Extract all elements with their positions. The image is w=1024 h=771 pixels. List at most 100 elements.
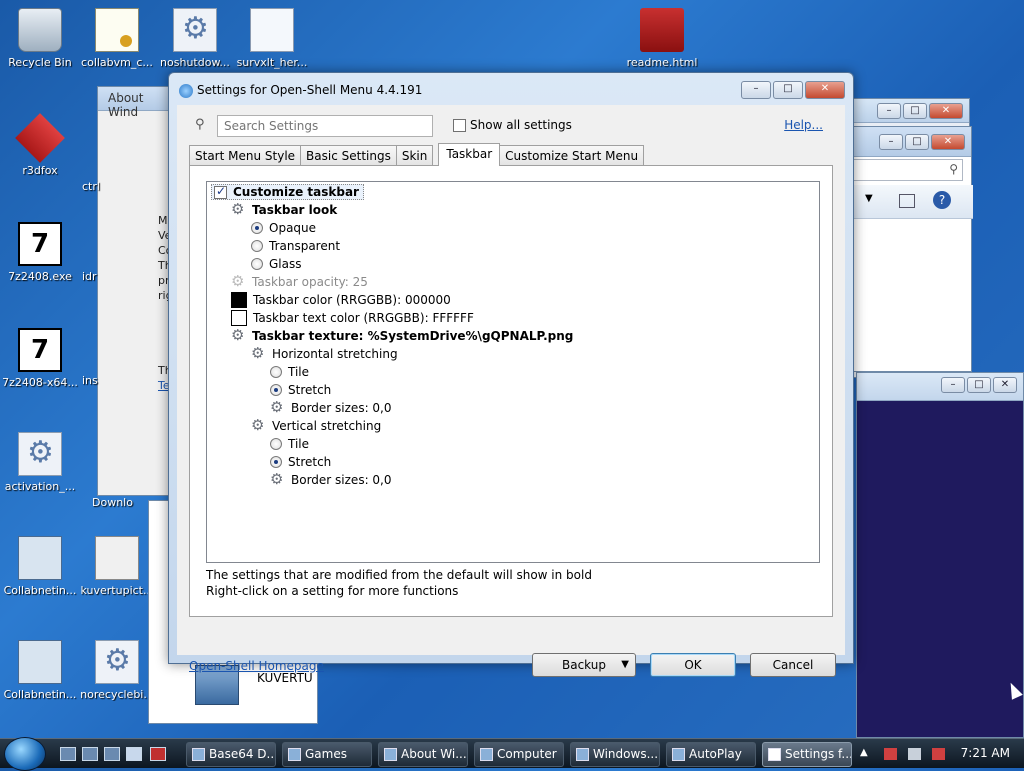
desktop-icon-r3dfox[interactable]: r3dfox xyxy=(0,113,80,177)
close-icon[interactable]: ✕ xyxy=(929,103,963,119)
tree-v-stretch[interactable]: Stretch xyxy=(270,453,331,471)
settings-tree[interactable]: Customize taskbar Taskbar look Opaque Tr… xyxy=(206,181,820,563)
v-tile-radio[interactable] xyxy=(270,438,282,450)
tree-taskbar-look[interactable]: Taskbar look xyxy=(231,200,337,219)
v-stretch-radio[interactable] xyxy=(270,456,282,468)
ok-button[interactable]: OK xyxy=(650,653,736,677)
taskbar-item-base64[interactable]: Base64 D... xyxy=(186,742,276,767)
opaque-radio[interactable] xyxy=(251,222,263,234)
tree-customize-taskbar[interactable]: Customize taskbar xyxy=(211,183,364,201)
search-input[interactable] xyxy=(217,115,433,137)
about-window-title: About Wind xyxy=(98,87,176,119)
desktop-icon-noshutdown[interactable]: noshutdow... xyxy=(155,8,235,69)
show-desktop-icon[interactable] xyxy=(60,747,76,761)
start-button[interactable] xyxy=(4,737,46,771)
tree-h-tile[interactable]: Tile xyxy=(270,363,309,381)
switch-windows-icon[interactable] xyxy=(82,747,98,761)
minimize-icon[interactable]: – xyxy=(877,103,901,119)
desktop-icon-label: r3dfox xyxy=(22,164,58,177)
folder-icon xyxy=(576,748,589,761)
desktop-icon-collabnetin-1[interactable]: Collabnetin... xyxy=(0,536,80,597)
preview-pane-icon[interactable] xyxy=(899,194,915,208)
tab-skin[interactable]: Skin xyxy=(395,145,434,165)
glass-radio[interactable] xyxy=(251,258,263,270)
desktop-icon-7z2408[interactable]: 7 7z2408.exe xyxy=(0,222,80,283)
desktop-icon-survxlt[interactable]: survxlt_her... xyxy=(232,8,312,69)
customize-taskbar-checkbox[interactable] xyxy=(214,184,227,199)
taskbar-item-windows[interactable]: Windows... xyxy=(570,742,660,767)
tree-opaque[interactable]: Opaque xyxy=(251,219,316,237)
clock[interactable]: 7:21 AM xyxy=(961,746,1010,760)
close-icon[interactable]: ✕ xyxy=(805,81,845,99)
tree-taskbar-texture[interactable]: Taskbar texture: %SystemDrive%\gQPNALP.p… xyxy=(231,326,573,345)
tree-v-border-sizes[interactable]: Border sizes: 0,0 xyxy=(270,470,392,489)
media-player-icon[interactable] xyxy=(104,747,120,761)
tree-h-stretch[interactable]: Stretch xyxy=(270,381,331,399)
tree-vertical-stretching[interactable]: Vertical stretching xyxy=(251,416,381,435)
tree-item-label: Taskbar opacity: 25 xyxy=(252,275,368,289)
show-all-settings[interactable]: Show all settings xyxy=(453,118,572,132)
tree-h-border-sizes[interactable]: Border sizes: 0,0 xyxy=(270,398,392,417)
cancel-button[interactable]: Cancel xyxy=(750,653,836,677)
dialog-title: Settings for Open-Shell Menu 4.4.191 xyxy=(197,83,423,97)
tree-taskbar-color[interactable]: Taskbar color (RRGGBB): 000000 xyxy=(231,291,451,309)
tree-horizontal-stretching[interactable]: Horizontal stretching xyxy=(251,344,398,363)
games-icon xyxy=(288,748,301,761)
maximize-icon[interactable]: □ xyxy=(773,81,803,99)
dark-background-window[interactable]: – □ ✕ xyxy=(856,372,1024,738)
red-fox-icon[interactable] xyxy=(150,747,166,761)
h-tile-radio[interactable] xyxy=(270,366,282,378)
close-icon[interactable]: ✕ xyxy=(993,377,1017,393)
explorer-icon[interactable] xyxy=(126,747,142,761)
maximize-icon[interactable]: □ xyxy=(967,377,991,393)
settings-tabs: Start Menu Style Basic Settings Skin Tas… xyxy=(189,143,645,166)
taskbar-item-autoplay[interactable]: AutoPlay xyxy=(666,742,756,767)
desktop-icon-label: noshutdow... xyxy=(160,56,230,69)
tree-taskbar-text-color[interactable]: Taskbar text color (RRGGBB): FFFFFF xyxy=(231,309,474,327)
taskbar-item-about-windows[interactable]: About Wi... xyxy=(378,742,468,767)
show-all-checkbox[interactable] xyxy=(453,118,466,132)
tree-v-tile[interactable]: Tile xyxy=(270,435,309,453)
transparent-radio[interactable] xyxy=(251,240,263,252)
close-icon[interactable]: ✕ xyxy=(931,134,965,150)
minimize-icon[interactable]: – xyxy=(879,134,903,150)
desktop-icon-activation[interactable]: activation_... xyxy=(0,432,80,493)
taskbar-item-computer[interactable]: Computer xyxy=(474,742,564,767)
tree-glass[interactable]: Glass xyxy=(251,255,302,273)
explorer-search-box[interactable]: ⚲ xyxy=(851,159,963,181)
minimize-icon[interactable]: – xyxy=(741,81,771,99)
desktop-icon-7z2408-x64[interactable]: 7 7z2408-x64... xyxy=(0,328,80,389)
h-stretch-radio[interactable] xyxy=(270,384,282,396)
help-icon[interactable]: ? xyxy=(933,191,951,209)
open-shell-homepage-link[interactable]: Open-Shell Homepage xyxy=(189,659,324,673)
desktop-icon-collabvm[interactable]: collabvm_c... xyxy=(77,8,157,69)
desktop-icon-norecyclebin[interactable]: norecyclebi... xyxy=(77,640,157,701)
maximize-icon[interactable]: □ xyxy=(905,134,929,150)
desktop-icon-kuvertupict[interactable]: kuvertupict... xyxy=(77,536,157,597)
help-link[interactable]: Help... xyxy=(784,118,823,132)
tree-transparent[interactable]: Transparent xyxy=(251,237,340,255)
desktop-icon-collabnetin-2[interactable]: Collabnetin... xyxy=(0,640,80,701)
about-windows-window[interactable]: About Wind Mi Ve Co Th pr rig Th Te xyxy=(97,86,177,496)
documents-icon xyxy=(250,8,294,52)
backup-button[interactable]: Backup ▼ xyxy=(532,653,636,677)
tab-customize-start-menu[interactable]: Customize Start Menu xyxy=(499,145,645,165)
taskbar-item-settings[interactable]: Settings f... xyxy=(762,742,852,767)
desktop-icon-recycle-bin[interactable]: Recycle Bin xyxy=(0,8,80,69)
partial-icon-label: ins xyxy=(82,374,98,387)
taskbar-item-games[interactable]: Games xyxy=(282,742,372,767)
chevron-down-icon[interactable]: ▼ xyxy=(865,193,873,204)
tray-expand-icon[interactable]: ▲ xyxy=(860,747,868,758)
tab-start-menu-style[interactable]: Start Menu Style xyxy=(189,145,302,165)
volume-muted-icon[interactable] xyxy=(932,748,945,760)
network-icon[interactable] xyxy=(908,748,921,760)
action-center-icon[interactable] xyxy=(884,748,897,760)
minimize-icon[interactable]: – xyxy=(941,377,965,393)
tab-taskbar[interactable]: Taskbar xyxy=(438,143,501,166)
tab-basic-settings[interactable]: Basic Settings xyxy=(300,145,397,165)
settings-dialog[interactable]: Settings for Open-Shell Menu 4.4.191 – □… xyxy=(168,72,854,677)
tree-taskbar-opacity[interactable]: Taskbar opacity: 25 xyxy=(231,272,368,291)
maximize-icon[interactable]: □ xyxy=(903,103,927,119)
desktop-icon-readme[interactable]: readme.html xyxy=(622,8,702,69)
explorer-window-right[interactable]: – □ ✕ ⚲ ▼ ? xyxy=(850,126,973,372)
